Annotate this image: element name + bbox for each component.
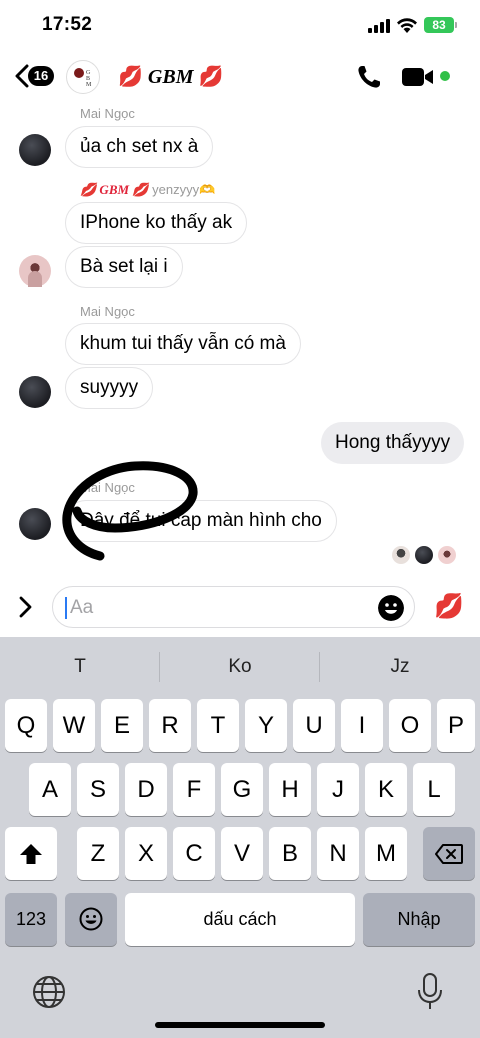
sender-name: Mai Ngọc [80, 106, 135, 121]
backspace-icon [435, 844, 463, 864]
suggestion-item[interactable]: T [0, 637, 160, 695]
key[interactable]: D [125, 763, 167, 816]
avatar[interactable] [19, 508, 51, 540]
suggestion-item[interactable]: Jz [320, 637, 480, 695]
key[interactable]: Y [245, 699, 287, 752]
group-avatar[interactable]: G B M [66, 60, 100, 94]
key[interactable]: W [53, 699, 95, 752]
emoji-icon[interactable] [378, 595, 404, 621]
quick-reaction-lips-icon[interactable]: 💋 [434, 592, 464, 621]
read-receipts [392, 546, 458, 564]
key[interactable]: P [437, 699, 475, 752]
avatar[interactable] [19, 255, 51, 287]
key[interactable]: M [365, 827, 407, 880]
message-bubble[interactable]: Đây để tui cap màn hình cho [65, 500, 337, 542]
cellular-signal-icon [368, 19, 390, 33]
suggestion-bar: T Ko Jz [0, 637, 480, 695]
message-composer: Aa 💋 [0, 584, 480, 634]
status-bar: 17:52 83 [0, 0, 480, 50]
read-receipt-avatar [438, 546, 456, 564]
key[interactable]: V [221, 827, 263, 880]
key[interactable]: N [317, 827, 359, 880]
key[interactable]: Q [5, 699, 47, 752]
group-logo-icon: G B M [74, 68, 92, 88]
avatar[interactable] [19, 376, 51, 408]
key[interactable]: B [269, 827, 311, 880]
sender-name: Mai Ngọc [80, 480, 135, 495]
key[interactable]: U [293, 699, 335, 752]
globe-icon[interactable] [32, 975, 66, 1009]
message-bubble[interactable]: suyyyy [65, 367, 154, 409]
battery-icon: 83 [424, 17, 454, 33]
key[interactable]: A [29, 763, 71, 816]
sender-nickname: yenzyyy🫶 [152, 182, 216, 197]
shift-arrow-icon [20, 844, 42, 864]
key[interactable]: C [173, 827, 215, 880]
key[interactable]: H [269, 763, 311, 816]
message-input[interactable]: Aa [52, 586, 415, 628]
numbers-key[interactable]: 123 [5, 893, 57, 946]
space-key[interactable]: dấu cách [125, 893, 355, 946]
microphone-icon[interactable] [416, 973, 444, 1011]
expand-chevron-icon[interactable] [18, 596, 34, 618]
backspace-key[interactable] [423, 827, 475, 880]
emoji-key[interactable] [65, 893, 117, 946]
message-bubble[interactable]: IPhone ko thấy ak [65, 202, 248, 244]
key[interactable]: S [77, 763, 119, 816]
read-receipt-avatar [415, 546, 433, 564]
home-indicator[interactable] [155, 1022, 325, 1028]
key[interactable]: K [365, 763, 407, 816]
online-status-dot [440, 71, 450, 81]
key[interactable]: T [197, 699, 239, 752]
key[interactable]: F [173, 763, 215, 816]
message-bubble[interactable]: khum tui thấy vẫn có mà [65, 323, 301, 365]
key[interactable]: E [101, 699, 143, 752]
video-call-icon[interactable] [402, 67, 436, 87]
svg-text:M: M [86, 82, 92, 88]
message-bubble[interactable]: Bà set lại i [65, 246, 183, 288]
key[interactable]: R [149, 699, 191, 752]
read-receipt-avatar [392, 546, 410, 564]
key[interactable]: Z [77, 827, 119, 880]
sender-prefix: 💋 GBM 💋 [80, 182, 149, 197]
outgoing-message-bubble[interactable]: Hong thấyyyy [321, 422, 465, 464]
emoji-keyboard-icon [79, 907, 103, 931]
avatar[interactable] [19, 134, 51, 166]
key[interactable]: L [413, 763, 455, 816]
group-name: GBM [147, 66, 194, 88]
key[interactable]: X [125, 827, 167, 880]
input-placeholder: Aa [70, 597, 94, 618]
sender-name: 💋 GBM 💋 yenzyyy🫶 [80, 182, 215, 198]
battery-tip [455, 22, 457, 28]
unread-count-badge[interactable]: 16 [28, 66, 54, 86]
title-lips-left: 💋 [118, 66, 143, 88]
phone-call-icon[interactable] [356, 64, 382, 90]
title-lips-right: 💋 [198, 66, 224, 88]
key[interactable]: I [341, 699, 383, 752]
return-key[interactable]: Nhập [363, 893, 475, 946]
message-bubble[interactable]: ủa ch set nx à [65, 126, 214, 168]
suggestion-item[interactable]: Ko [160, 637, 320, 695]
text-caret [65, 597, 67, 619]
keyboard: T Ko Jz Q W E R T Y U I O P A S D F G H … [0, 637, 480, 1038]
key[interactable]: J [317, 763, 359, 816]
key[interactable]: G [221, 763, 263, 816]
shift-key[interactable] [5, 827, 57, 880]
key[interactable]: O [389, 699, 431, 752]
wifi-icon [397, 18, 417, 33]
sender-name: Mai Ngọc [80, 304, 135, 319]
status-time: 17:52 [42, 14, 93, 35]
group-title[interactable]: 💋 GBM 💋 [118, 64, 223, 89]
chat-header: 16 G B M 💋 GBM 💋 [0, 52, 480, 102]
